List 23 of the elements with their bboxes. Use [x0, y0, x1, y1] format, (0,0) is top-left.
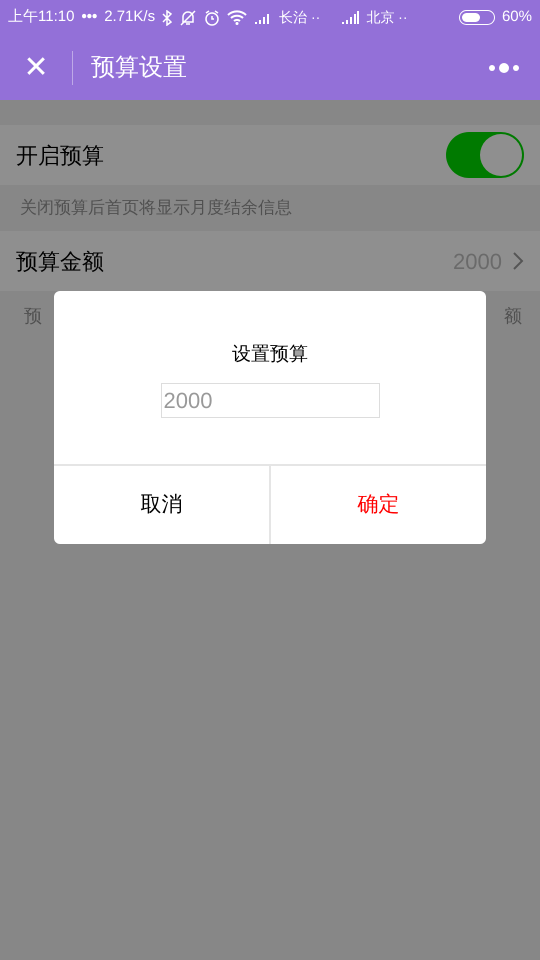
chevron-right-icon	[512, 251, 524, 271]
status-dots: •••	[81, 7, 98, 28]
close-button[interactable]: ✕	[0, 35, 72, 100]
row-label: 预算金额	[16, 248, 104, 276]
confirm-button[interactable]: 确定	[271, 466, 486, 544]
toggle-switch[interactable]	[446, 132, 524, 178]
row-label: 开启预算	[16, 142, 104, 170]
battery-percent: 60%	[502, 7, 532, 28]
signal-icon	[341, 10, 360, 24]
more-icon[interactable]	[488, 62, 520, 74]
bluetooth-icon	[162, 10, 172, 26]
page-title: 预算设置	[91, 52, 187, 82]
carrier-name: 北京 ··	[366, 8, 408, 27]
wifi-icon	[227, 10, 248, 25]
status-time: 上午11:10	[8, 7, 74, 28]
cancel-button[interactable]: 取消	[54, 466, 269, 544]
network-speed: 2.71K/s	[104, 7, 156, 28]
battery-icon	[458, 10, 495, 25]
carrier-name: 长治 ··	[279, 8, 320, 27]
bell-off-icon	[179, 10, 198, 26]
budget-input[interactable]: 2000	[160, 383, 380, 418]
alarm-icon	[204, 10, 220, 26]
dialog-title: 设置预算	[232, 342, 308, 366]
